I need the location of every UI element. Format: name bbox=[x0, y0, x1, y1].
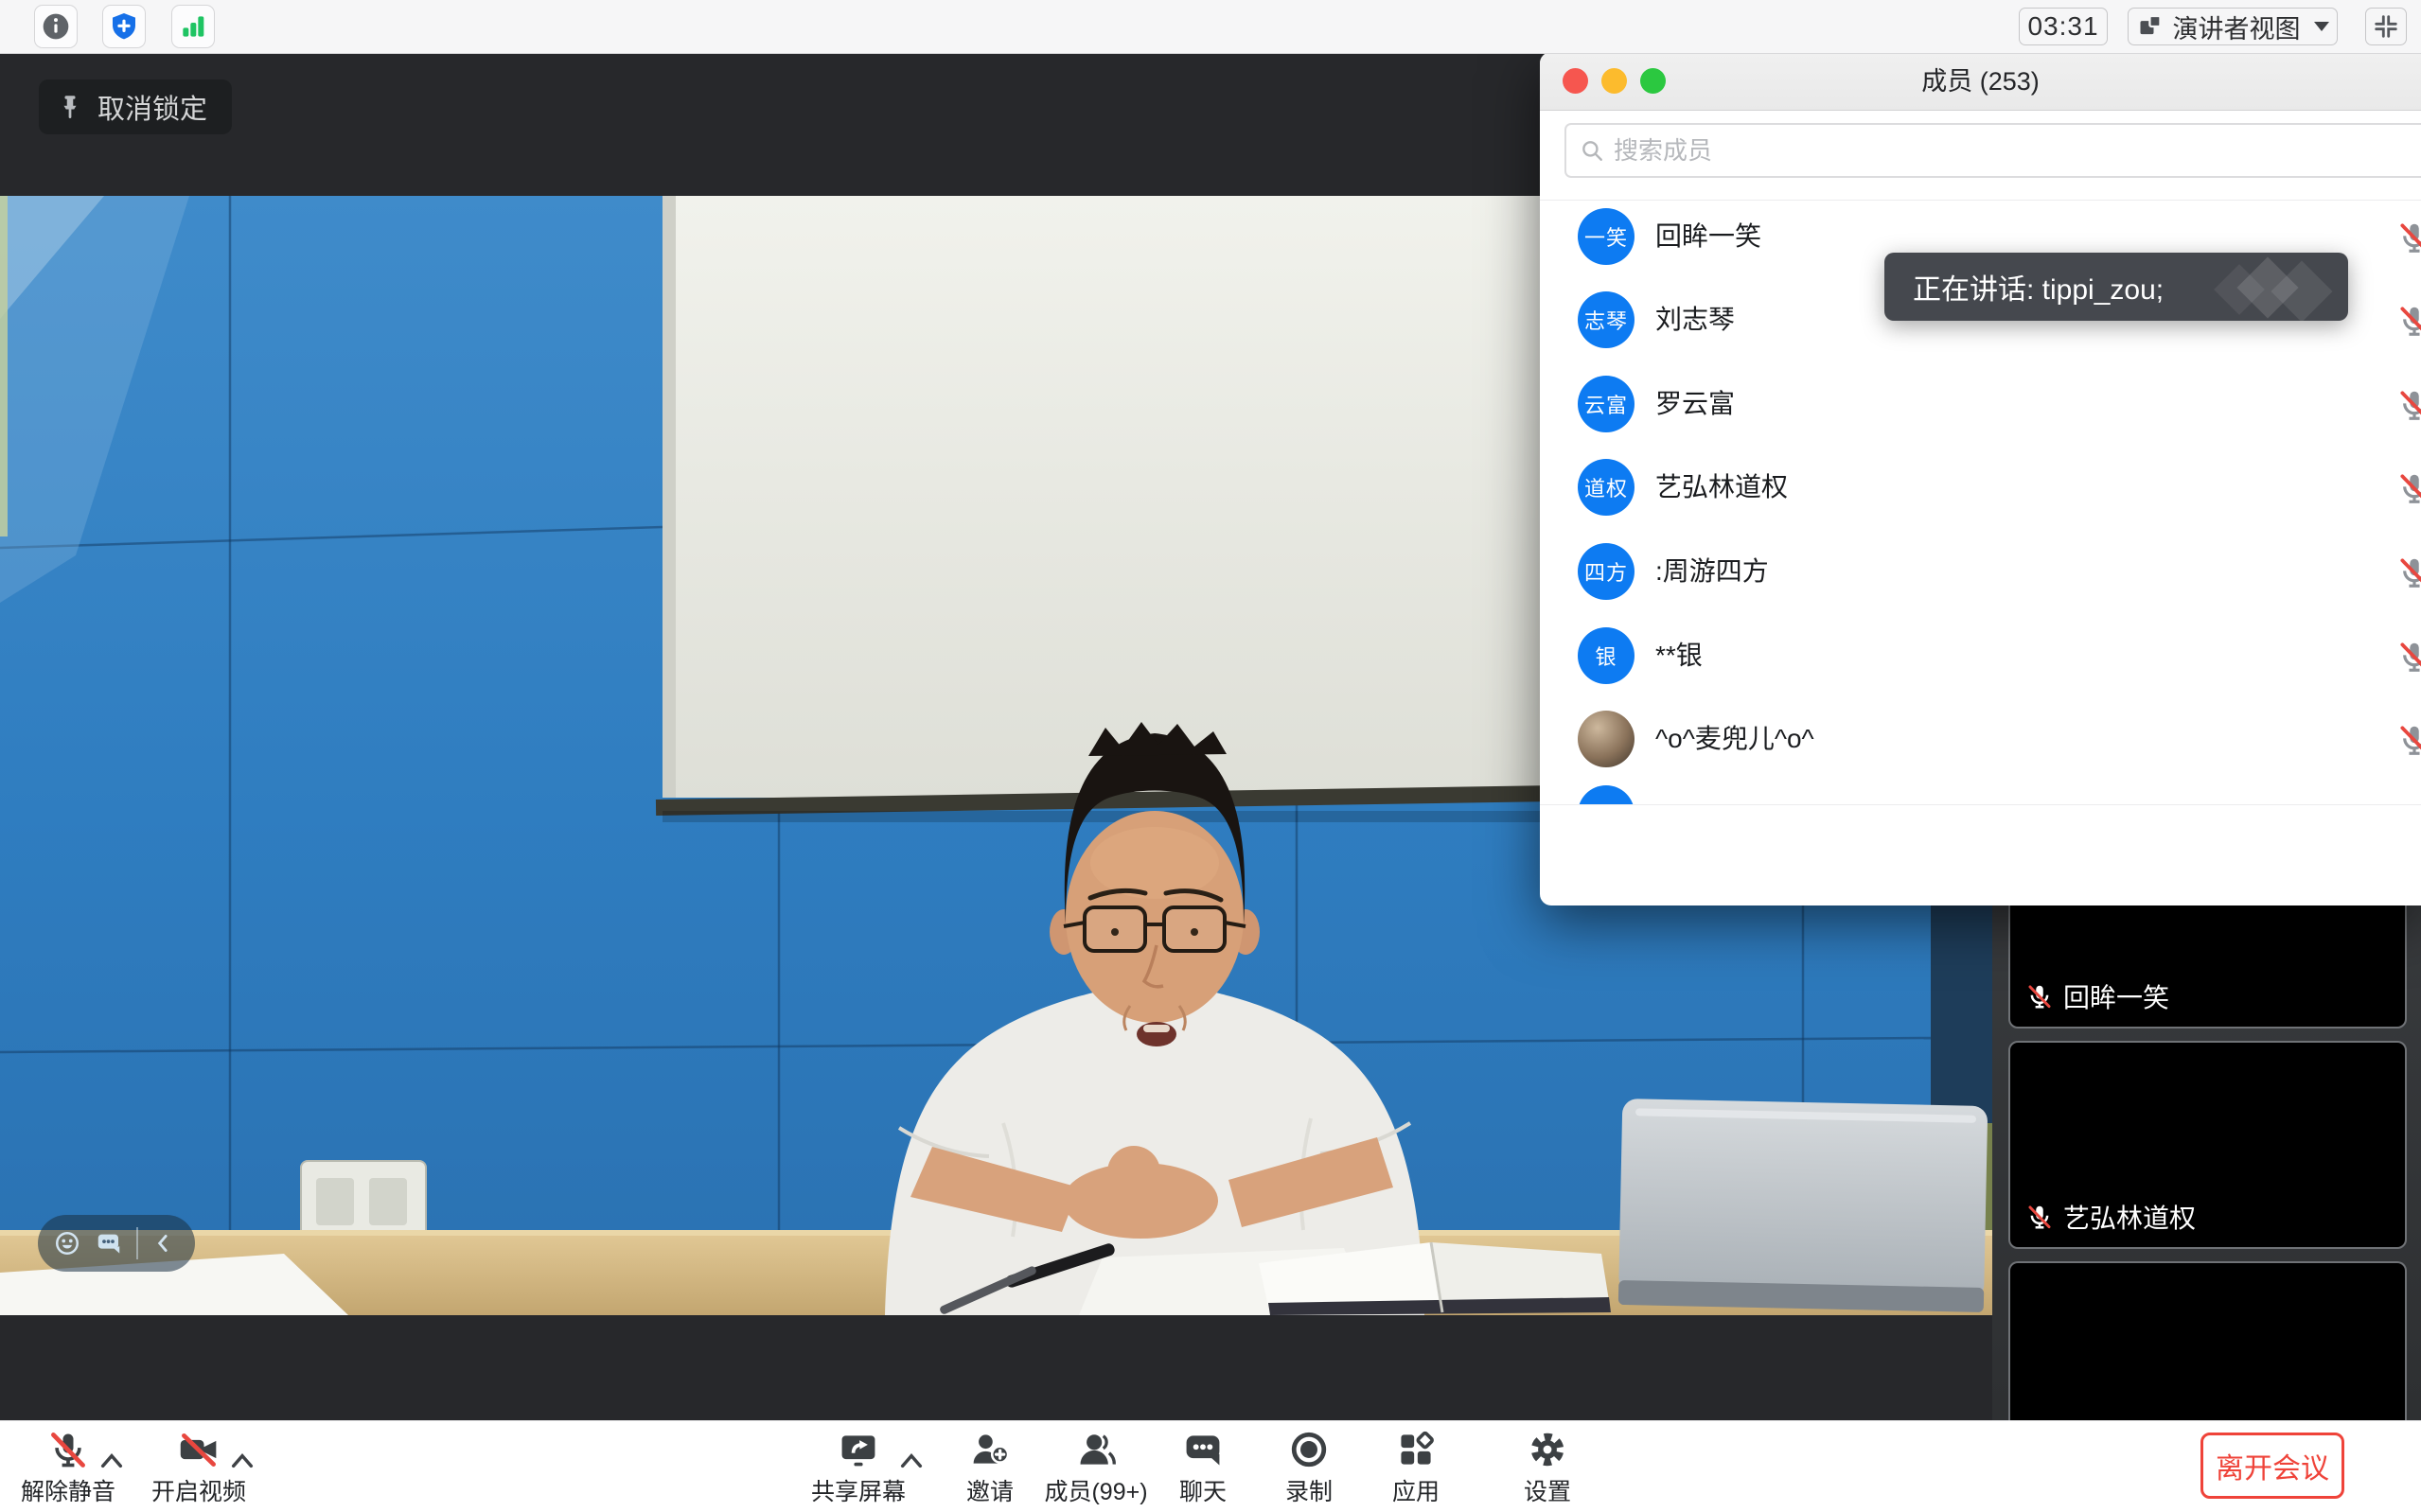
tile-name-badge: 艺弘林道权 bbox=[2025, 1198, 2196, 1236]
meeting-toolbar: 解除静音 开启视频 共享屏幕 bbox=[0, 1420, 2421, 1512]
search-input[interactable] bbox=[1614, 136, 2276, 166]
mic-muted-icon bbox=[2396, 470, 2421, 506]
layout-view-icon bbox=[2137, 13, 2164, 40]
share-screen-label: 共享屏幕 bbox=[783, 1473, 934, 1507]
captions-chat-icon[interactable] bbox=[95, 1229, 123, 1257]
invite-person-add-icon bbox=[969, 1429, 1011, 1470]
search-icon bbox=[1580, 138, 1604, 163]
leave-meeting-button[interactable]: 离开会议 bbox=[2200, 1433, 2344, 1499]
avatar: 道权 bbox=[1578, 459, 1635, 516]
share-screen-icon bbox=[838, 1429, 879, 1470]
mic-muted-icon bbox=[2396, 554, 2421, 590]
avatar: 四方 bbox=[1578, 543, 1635, 600]
mic-muted-icon bbox=[2396, 387, 2421, 423]
member-row[interactable]: 道权 艺弘林道权 bbox=[1540, 459, 2421, 542]
apps-label: 应用 bbox=[1340, 1473, 1492, 1507]
meeting-timer: 03:31 bbox=[2019, 8, 2108, 45]
avatar bbox=[1578, 785, 1635, 804]
member-name: ^o^麦兜儿^o^ bbox=[1655, 711, 1814, 767]
pin-icon bbox=[56, 93, 84, 121]
active-speaker-text: 正在讲话: tippi_zou; bbox=[1913, 266, 2164, 308]
member-name: 回眸一笑 bbox=[1655, 208, 1761, 265]
exit-fullscreen-icon bbox=[2374, 14, 2398, 39]
avatar: 志琴 bbox=[1578, 291, 1635, 348]
avatar: 云富 bbox=[1578, 376, 1635, 432]
chevron-down-icon bbox=[2314, 22, 2329, 31]
member-name: :周游四方 bbox=[1655, 543, 1769, 600]
minimize-window-button[interactable] bbox=[1601, 68, 1627, 94]
panel-titlebar[interactable]: 成员 (253) bbox=[1540, 52, 2421, 111]
participants-icon bbox=[1075, 1429, 1117, 1470]
participant-video-tile[interactable]: 回眸一笑 bbox=[2008, 894, 2407, 1029]
video-options-chevron-up-icon[interactable] bbox=[231, 1453, 254, 1468]
member-row-partial bbox=[1578, 785, 1635, 804]
mic-muted-icon bbox=[2025, 1203, 2054, 1231]
avatar: 银 bbox=[1578, 627, 1635, 684]
settings-button[interactable]: 设置 bbox=[1472, 1421, 1623, 1512]
timer-text: 03:31 bbox=[2027, 11, 2098, 42]
apps-button[interactable]: 应用 bbox=[1340, 1421, 1492, 1512]
stats-button[interactable] bbox=[171, 5, 215, 48]
exit-fullscreen-button[interactable] bbox=[2365, 8, 2407, 45]
start-video-label: 开启视频 bbox=[123, 1473, 274, 1507]
gear-icon bbox=[1527, 1429, 1568, 1470]
emoji-reactions-icon[interactable] bbox=[53, 1229, 81, 1257]
member-row[interactable]: 银 **银 bbox=[1540, 627, 2421, 711]
search-box[interactable] bbox=[1564, 123, 2421, 178]
tile-name-badge: 回眸一笑 bbox=[2025, 977, 2169, 1015]
participants-panel: 成员 (253) 一笑 回眸一笑 bbox=[1540, 52, 2421, 905]
panel-footer-separator bbox=[1540, 804, 2421, 805]
avatar: 一笑 bbox=[1578, 208, 1635, 265]
apps-grid-icon bbox=[1395, 1429, 1437, 1470]
view-switch-label: 演讲者视图 bbox=[2173, 9, 2301, 45]
participant-video-tile[interactable] bbox=[2008, 1261, 2407, 1420]
member-name: **银 bbox=[1655, 627, 1703, 684]
unpin-video-button[interactable]: 取消锁定 bbox=[39, 79, 232, 134]
mic-muted-icon bbox=[47, 1429, 89, 1470]
chevron-left-icon[interactable] bbox=[151, 1231, 176, 1256]
settings-label: 设置 bbox=[1472, 1473, 1623, 1507]
meeting-stage: 取消锁定 bbox=[0, 54, 2421, 1420]
mic-options-chevron-up-icon[interactable] bbox=[100, 1453, 123, 1468]
participant-video-tile[interactable]: 艺弘林道权 bbox=[2008, 1041, 2407, 1249]
meeting-info-button[interactable] bbox=[34, 5, 78, 48]
member-name: 艺弘林道权 bbox=[1655, 459, 1788, 516]
mic-muted-icon bbox=[2396, 722, 2421, 758]
zoom-window-button[interactable] bbox=[1640, 68, 1666, 94]
zoom-meeting-screen: 03:31 演讲者视图 bbox=[0, 0, 2421, 1512]
mic-muted-icon bbox=[2025, 982, 2054, 1011]
chat-bubble-icon bbox=[1182, 1429, 1224, 1470]
close-window-button[interactable] bbox=[1563, 68, 1588, 94]
stats-icon bbox=[178, 11, 208, 42]
record-icon bbox=[1288, 1429, 1330, 1470]
member-name: 罗云富 bbox=[1655, 376, 1735, 432]
avatar bbox=[1578, 711, 1635, 767]
security-button[interactable] bbox=[102, 5, 146, 48]
mic-muted-icon bbox=[2396, 639, 2421, 675]
panel-separator bbox=[1540, 200, 2421, 201]
security-shield-icon bbox=[109, 11, 139, 42]
reactions-pill bbox=[38, 1215, 195, 1272]
view-switch-button[interactable]: 演讲者视图 bbox=[2128, 8, 2338, 45]
tile-participant-name: 回眸一笑 bbox=[2063, 977, 2169, 1015]
panel-title: 成员 (253) bbox=[1540, 52, 2421, 111]
member-row[interactable]: 云富 罗云富 bbox=[1540, 376, 2421, 459]
tile-participant-name: 艺弘林道权 bbox=[2063, 1198, 2196, 1236]
active-speaker-toast: 正在讲话: tippi_zou; bbox=[1884, 253, 2348, 321]
camera-off-icon bbox=[178, 1429, 220, 1470]
unpin-video-label: 取消锁定 bbox=[97, 87, 207, 127]
info-icon bbox=[41, 11, 71, 42]
member-name: 刘志琴 bbox=[1655, 291, 1735, 348]
member-row[interactable]: ^o^麦兜儿^o^ bbox=[1540, 711, 2421, 794]
mic-muted-icon bbox=[2396, 303, 2421, 339]
top-menubar: 03:31 演讲者视图 bbox=[0, 0, 2421, 54]
mic-muted-icon bbox=[2396, 220, 2421, 255]
member-row[interactable]: 四方 :周游四方 bbox=[1540, 543, 2421, 626]
pill-divider bbox=[136, 1227, 138, 1259]
